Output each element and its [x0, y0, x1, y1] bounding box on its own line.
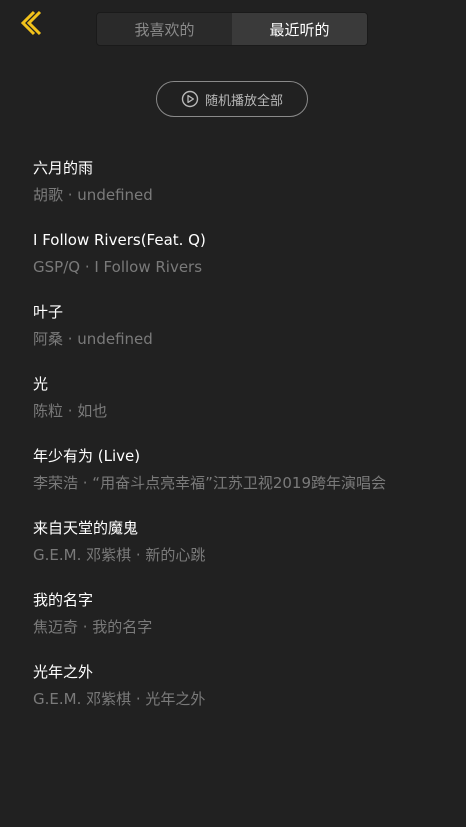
song-item[interactable]: I Follow Rivers(Feat. Q) GSP/Q · I Follo… [33, 228, 453, 300]
tab-bar: 我喜欢的 最近听的 [96, 12, 368, 46]
song-item[interactable]: 六月的雨 胡歌 · undefined [33, 156, 453, 228]
song-meta: 胡歌 · undefined [33, 186, 153, 204]
song-title: 来自天堂的魔鬼 [33, 519, 139, 537]
tab-recent[interactable]: 最近听的 [232, 13, 367, 45]
song-item[interactable]: 光 陈粒 · 如也 [33, 372, 453, 444]
song-meta: 李荣浩 · “用奋斗点亮幸福”江苏卫视2019跨年演唱会 [33, 474, 387, 492]
song-meta: 焦迈奇 · 我的名字 [33, 618, 153, 636]
back-button[interactable] [16, 8, 46, 38]
song-list: 六月的雨 胡歌 · undefined I Follow Rivers(Feat… [33, 156, 453, 732]
song-item[interactable]: 叶子 阿桑 · undefined [33, 300, 453, 372]
song-title: 光 [33, 375, 49, 393]
song-meta: 陈粒 · 如也 [33, 402, 108, 420]
song-title: 六月的雨 [33, 159, 94, 177]
song-item[interactable]: 我的名字 焦迈奇 · 我的名字 [33, 588, 453, 660]
song-title: 叶子 [33, 303, 64, 321]
play-circle-icon [181, 90, 199, 108]
chevron-left-icon [16, 8, 46, 38]
tab-favorites[interactable]: 我喜欢的 [97, 13, 232, 45]
song-meta: G.E.M. 邓紫棋 · 新的心跳 [33, 546, 206, 564]
song-title: I Follow Rivers(Feat. Q) [33, 231, 206, 249]
song-item[interactable]: 年少有为 (Live) 李荣浩 · “用奋斗点亮幸福”江苏卫视2019跨年演唱会 [33, 444, 453, 516]
song-meta: 阿桑 · undefined [33, 330, 153, 348]
song-title: 我的名字 [33, 591, 94, 609]
song-meta: G.E.M. 邓紫棋 · 光年之外 [33, 690, 206, 708]
song-title: 年少有为 (Live) [33, 447, 141, 465]
song-title: 光年之外 [33, 663, 94, 681]
song-item[interactable]: 光年之外 G.E.M. 邓紫棋 · 光年之外 [33, 660, 453, 732]
shuffle-label: 随机播放全部 [204, 93, 283, 109]
song-meta: GSP/Q · I Follow Rivers [33, 258, 203, 276]
song-item[interactable]: 来自天堂的魔鬼 G.E.M. 邓紫棋 · 新的心跳 [33, 516, 453, 588]
shuffle-play-all-button[interactable]: 随机播放全部 [156, 81, 308, 117]
